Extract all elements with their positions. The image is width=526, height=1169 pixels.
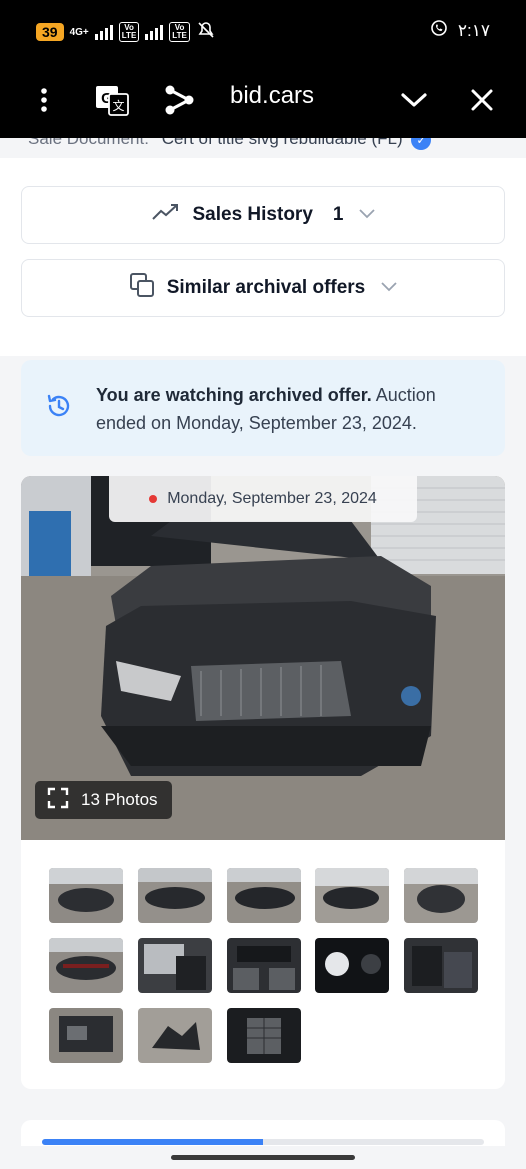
details-card: Sales History 1 Similar archival offers xyxy=(0,158,526,356)
status-left: 39 4G+ Vo LTE Vo LTE xyxy=(36,20,216,44)
photo-count-label: 13 Photos xyxy=(81,790,158,809)
similar-offers-toggle[interactable]: Similar archival offers xyxy=(21,259,505,317)
thumbnail-1[interactable] xyxy=(49,868,123,923)
browser-toolbar: G文 bid.cars xyxy=(0,62,526,138)
thumbnail-9[interactable] xyxy=(315,938,389,993)
sale-document-label: Sale Document: xyxy=(28,138,149,148)
clock: ٢:١٧ xyxy=(457,20,490,40)
signal-bars-icon xyxy=(145,24,164,40)
translate-icon[interactable]: G文 xyxy=(94,80,130,120)
home-handle[interactable] xyxy=(171,1155,355,1160)
status-bar: 39 4G+ Vo LTE Vo LTE ٢:١٧ xyxy=(0,0,526,62)
more-vertical-icon[interactable] xyxy=(30,80,58,120)
volte-badge: Vo LTE xyxy=(118,22,140,42)
sales-history-label: Sales History xyxy=(192,204,313,225)
copy-icon xyxy=(129,272,155,304)
share-icon[interactable] xyxy=(162,80,196,120)
chevron-down-icon xyxy=(381,279,397,297)
fullscreen-icon xyxy=(47,787,69,814)
thumbnail-11[interactable] xyxy=(49,1008,123,1063)
verified-check-icon: ✓ xyxy=(411,138,432,150)
mute-icon xyxy=(196,20,216,44)
close-icon[interactable] xyxy=(467,80,497,120)
photo-count-button[interactable]: 13 Photos xyxy=(35,781,172,819)
thumbnail-13[interactable] xyxy=(227,1008,301,1063)
chevron-down-icon[interactable] xyxy=(398,80,430,120)
similar-offers-label: Similar archival offers xyxy=(166,277,366,298)
thumbnail-10[interactable] xyxy=(404,938,478,993)
sales-history-count: 1 xyxy=(332,204,344,225)
thumbnail-6[interactable] xyxy=(49,938,123,993)
battery-indicator: 39 xyxy=(36,23,64,41)
status-right: ٢:١٧ xyxy=(430,19,490,42)
thumbnail-3[interactable] xyxy=(227,868,301,923)
status-dot-icon xyxy=(149,495,158,503)
sale-document-value: Cert of title slvg rebuildable (FL) xyxy=(161,138,403,148)
chevron-down-icon xyxy=(359,206,376,224)
sale-document-row: Sale Document: Cert of title slvg rebuil… xyxy=(28,138,432,150)
page-domain[interactable]: bid.cars xyxy=(230,82,314,110)
progress-fill xyxy=(42,1139,263,1145)
thumbnail-5[interactable] xyxy=(404,868,478,923)
thumbnail-4[interactable] xyxy=(315,868,389,923)
archived-notice-text: You are watching archived offer. Auction… xyxy=(96,381,456,437)
thumbnail-7[interactable] xyxy=(138,938,212,993)
notice-bold-text: You are watching archived offer. xyxy=(96,385,372,405)
sales-history-toggle[interactable]: Sales History 1 xyxy=(21,186,505,244)
page-content: Sales History 1 Similar archival offers … xyxy=(0,138,526,1169)
archived-notice: You are watching archived offer. Auction… xyxy=(21,360,505,456)
auction-date-badge: Monday, September 23, 2024 xyxy=(109,476,417,522)
signal-bars-icon xyxy=(94,24,113,40)
network-type: 4G+ xyxy=(69,26,89,38)
photo-gallery: Monday, September 23, 2024 13 Photos xyxy=(21,476,505,1089)
system-nav-bar xyxy=(0,1146,526,1169)
svg-text:文: 文 xyxy=(112,98,124,113)
whatsapp-icon xyxy=(430,19,448,42)
volte-badge: Vo LTE xyxy=(169,22,190,42)
auction-date: Monday, September 23, 2024 xyxy=(167,490,377,507)
main-photo[interactable]: Monday, September 23, 2024 13 Photos xyxy=(21,476,505,840)
trend-up-icon xyxy=(151,202,181,228)
history-icon xyxy=(45,392,73,425)
progress-bar xyxy=(42,1139,484,1145)
thumbnail-12[interactable] xyxy=(138,1008,212,1063)
thumbnail-8[interactable] xyxy=(227,938,301,993)
thumbnail-2[interactable] xyxy=(138,868,212,923)
